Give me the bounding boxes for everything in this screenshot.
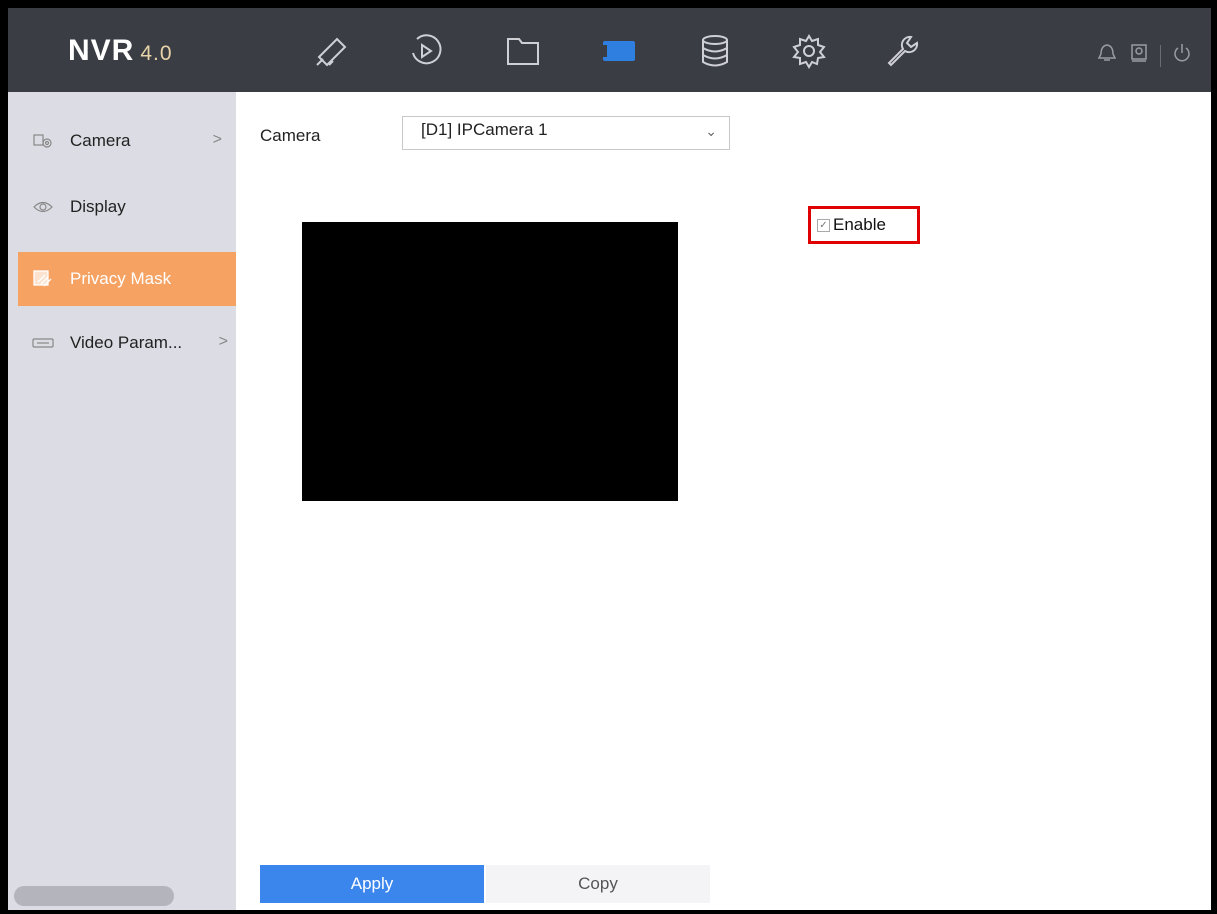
app-window: NVR 4.0 Camera > Display Privacy Mask Vi…	[0, 0, 1217, 914]
privacy-mask-panel: Camera [D1] IPCamera 1 ⌄ ✓ Enable Apply …	[236, 92, 1211, 910]
video-param-icon	[30, 333, 56, 353]
top-menu-bar: NVR 4.0	[8, 8, 1211, 92]
camera-select-value: [D1] IPCamera 1	[421, 120, 548, 139]
folder-icon[interactable]	[500, 28, 546, 74]
sidebar: Camera > Display Privacy Mask Video Para…	[8, 92, 236, 910]
power-icon[interactable]	[1171, 42, 1193, 69]
live-view-icon[interactable]	[308, 28, 354, 74]
sidebar-item-label: Privacy Mask	[70, 269, 172, 288]
eye-icon	[30, 197, 56, 217]
sidebar-item-camera[interactable]: Camera >	[18, 114, 236, 168]
enable-label: Enable	[833, 215, 886, 234]
chevron-right-icon: >	[218, 333, 228, 350]
gear-icon[interactable]	[786, 28, 832, 74]
bell-icon[interactable]	[1096, 42, 1118, 69]
top-right-controls	[1096, 42, 1193, 69]
monitor-icon[interactable]	[1128, 42, 1150, 69]
sidebar-item-privacy-mask[interactable]: Privacy Mask	[18, 252, 236, 306]
sidebar-item-label: Video Param...	[70, 333, 183, 352]
database-icon[interactable]	[692, 28, 738, 74]
apply-button[interactable]: Apply	[260, 865, 484, 903]
dropdown-arrow-icon: ⌄	[705, 123, 717, 139]
divider	[1160, 44, 1161, 67]
sidebar-item-video-param[interactable]: Video Param... >	[18, 316, 236, 370]
app-logo: NVR 4.0	[68, 34, 173, 67]
camera-label: Camera	[260, 126, 321, 145]
sidebar-scrollbar[interactable]	[14, 886, 174, 906]
sidebar-item-label: Display	[70, 197, 126, 216]
copy-button[interactable]: Copy	[486, 865, 710, 903]
checkbox-icon[interactable]: ✓	[817, 218, 830, 232]
sidebar-item-display[interactable]: Display	[18, 180, 236, 234]
playback-icon[interactable]	[402, 28, 448, 74]
privacy-mask-icon	[30, 269, 56, 289]
camera-preview[interactable]	[302, 222, 678, 501]
enable-checkbox[interactable]: ✓ Enable	[808, 206, 920, 244]
camera-settings-icon	[30, 131, 56, 151]
chevron-right-icon: >	[212, 131, 222, 148]
sidebar-item-label: Camera	[70, 131, 131, 150]
video-camera-icon[interactable]	[596, 28, 642, 74]
wrench-icon[interactable]	[878, 28, 924, 74]
camera-select[interactable]: [D1] IPCamera 1 ⌄	[402, 116, 730, 150]
